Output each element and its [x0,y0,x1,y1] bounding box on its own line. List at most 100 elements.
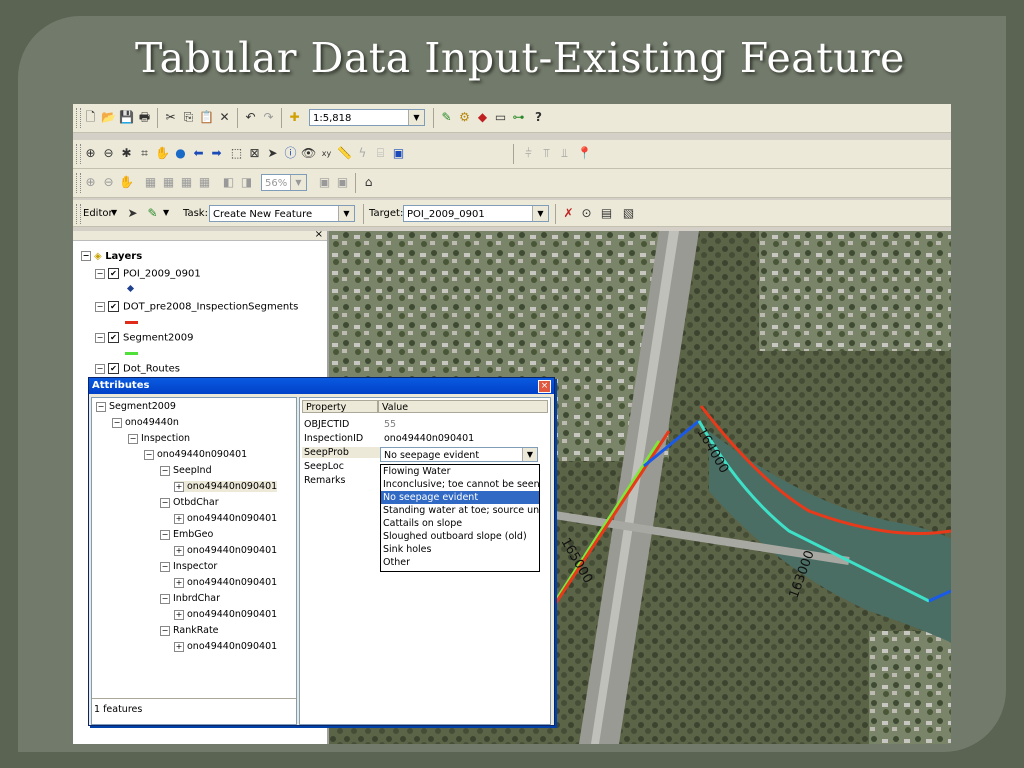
chevron-down-icon[interactable]: ▼ [408,110,424,125]
tree-node[interactable]: + ono49440n090401 [174,545,277,556]
collapse-icon[interactable]: − [160,465,170,476]
dropdown-option[interactable]: Other [381,556,539,569]
back-extent-icon[interactable]: ⬅ [191,146,206,161]
tree-node[interactable]: − SeepInd [160,465,212,476]
expand-icon[interactable]: + [174,545,184,556]
sketch-properties-icon[interactable]: ▧ [621,206,636,221]
fixed-zoom-in-icon[interactable]: ✱ [119,146,134,161]
toolbox-icon[interactable]: ◆ [475,110,490,125]
tree-node[interactable]: + ono49440n090401 [174,609,277,620]
zoom-in-icon[interactable]: ⊕ [83,146,98,161]
create-viewer-icon[interactable]: ▣ [391,146,406,161]
fixed-zoom-in-layout-icon[interactable]: ▦ [179,175,194,190]
layer-checkbox[interactable]: ✔ [108,332,119,343]
select-features-icon[interactable]: ⬚ [229,146,244,161]
dropdown-option-selected[interactable]: No seepage evident [381,491,539,504]
seepprob-dropdown[interactable]: No seepage evident ▼ [380,447,538,462]
rotate-tool-icon[interactable]: ⊙ [579,206,594,221]
column-header-property[interactable]: Property [302,400,378,413]
collapse-icon[interactable]: − [81,251,91,261]
column-header-value[interactable]: Value [378,400,548,413]
focus-frame-icon[interactable]: ▣ [335,175,350,190]
find-icon[interactable]: 👁 [301,146,316,161]
fixed-zoom-out-layout-icon[interactable]: ▦ [197,175,212,190]
expand-icon[interactable]: + [174,609,184,620]
collapse-icon[interactable]: − [112,417,122,428]
task-combo[interactable]: Create New Feature ▼ [209,205,355,222]
layer-checkbox[interactable]: ✔ [108,363,119,374]
toolbar-grip[interactable] [76,144,81,164]
tree-node[interactable]: − Inspector [160,561,217,572]
go-to-xy-icon[interactable]: xy [319,146,334,161]
expand-icon[interactable]: + [174,641,184,652]
select-elements-icon[interactable]: ➤ [265,146,280,161]
tree-node[interactable]: + ono49440n090401 [174,513,277,524]
model-builder-icon[interactable]: ⊶ [511,110,526,125]
toggle-draft-icon[interactable]: ▣ [317,175,332,190]
forward-extent-icon[interactable]: ➡ [209,146,224,161]
zoom-100-icon[interactable]: ▦ [161,175,176,190]
expand-icon[interactable]: + [174,481,184,492]
attributes-icon[interactable]: ▤ [599,206,614,221]
collapse-icon[interactable]: − [95,363,105,374]
tree-node[interactable]: + ono49440n090401 [174,577,277,588]
dropdown-option[interactable]: Sloughed outboard slope (old) [381,530,539,543]
layout-zoom-in-icon[interactable]: ⊕ [83,175,98,190]
new-document-icon[interactable]: 🗋 [83,110,98,125]
value-cell[interactable]: ono49440n090401 [384,433,474,444]
chevron-down-icon[interactable]: ▼ [522,448,537,461]
chevron-down-icon[interactable]: ▼ [532,206,548,221]
collapse-icon[interactable]: − [160,625,170,636]
close-icon[interactable]: × [315,229,323,240]
tree-node[interactable]: − ono49440n [112,417,179,428]
georef-tool-icon[interactable]: ⫪ [539,146,554,161]
add-data-icon[interactable]: ✚ [287,110,302,125]
georef-icon[interactable]: ⫩ [521,146,536,161]
toolbar-grip[interactable] [76,173,81,193]
layer-item[interactable]: − ✔ Segment2009 [95,332,193,344]
close-icon[interactable]: × [538,380,551,393]
expand-icon[interactable]: + [174,513,184,524]
target-combo[interactable]: POI_2009_0901 ▼ [403,205,549,222]
layer-item[interactable]: − ✔ DOT_pre2008_InspectionSegments [95,301,298,313]
full-extent-icon[interactable]: ● [173,146,188,161]
copy-icon[interactable]: ⎘ [181,110,196,125]
dropdown-option[interactable]: Inconclusive; toe cannot be seen [381,478,539,491]
layer-checkbox[interactable]: ✔ [108,268,119,279]
chevron-down-icon[interactable]: ▼ [111,208,117,217]
back-layout-icon[interactable]: ◧ [221,175,236,190]
tree-node-selected[interactable]: + ono49440n090401 [174,481,278,492]
dropdown-option[interactable]: Flowing Water [381,465,539,478]
cut-icon[interactable]: ✂ [163,110,178,125]
scale-combo[interactable]: 1:5,818 ▼ [309,109,425,126]
redo-icon[interactable]: ↷ [261,110,276,125]
measure-icon[interactable]: 📏 [337,146,352,161]
save-icon[interactable]: 💾 [119,110,134,125]
undo-icon[interactable]: ↶ [243,110,258,125]
command-line-icon[interactable]: ▭ [493,110,508,125]
identify-icon[interactable]: ⓘ [283,146,298,161]
pin-icon[interactable]: 📍 [577,146,592,161]
layers-root[interactable]: − ◈ Layers [81,251,142,262]
clear-selection-icon[interactable]: ⊠ [247,146,262,161]
split-tool-icon[interactable]: ✗ [561,206,576,221]
expand-icon[interactable]: + [174,577,184,588]
toolbar-grip[interactable] [76,204,81,224]
layout-zoom-out-icon[interactable]: ⊖ [101,175,116,190]
zoom-out-icon[interactable]: ⊖ [101,146,116,161]
print-icon[interactable]: 🖶 [137,110,152,125]
layer-checkbox[interactable]: ✔ [108,301,119,312]
hyperlink-icon[interactable]: ϟ [355,146,370,161]
tree-node[interactable]: − OtbdChar [160,497,219,508]
dropdown-option[interactable]: Standing water at toe; source unknown [381,504,539,517]
collapse-icon[interactable]: − [160,593,170,604]
sketch-tool-icon[interactable]: ✎ [145,206,160,221]
collapse-icon[interactable]: − [160,561,170,572]
editor-toolbar-icon[interactable]: ✎ [439,110,454,125]
layer-item[interactable]: − ✔ POI_2009_0901 [95,268,201,280]
chevron-down-icon[interactable]: ▼ [290,175,306,190]
tree-node[interactable]: − EmbGeo [160,529,213,540]
open-folder-icon[interactable]: 📂 [101,110,116,125]
tree-node[interactable]: − RankRate [160,625,219,636]
arctoolbox-icon[interactable]: ⚙ [457,110,472,125]
